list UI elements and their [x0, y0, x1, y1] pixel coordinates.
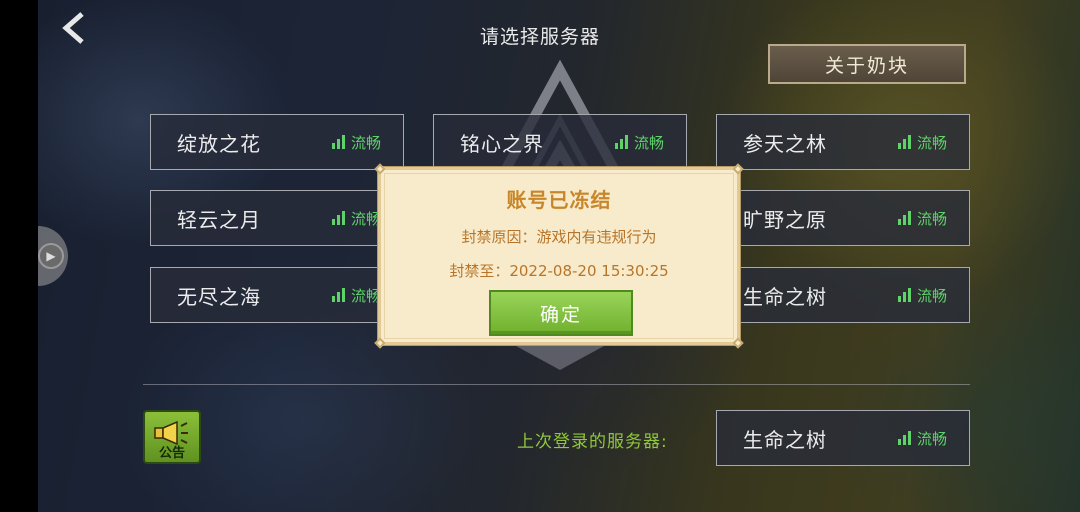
- server-status-label: 流畅: [916, 133, 947, 152]
- server-item[interactable]: 绽放之花 流畅: [150, 114, 404, 170]
- server-name: 参天之林: [743, 131, 827, 156]
- about-button[interactable]: 关于奶块: [768, 44, 966, 84]
- server-name: 铭心之界: [460, 131, 544, 156]
- server-status: 流畅: [897, 208, 947, 229]
- signal-bars-icon: [331, 288, 345, 302]
- server-status: 流畅: [331, 132, 381, 153]
- signal-bars-icon: [331, 135, 345, 149]
- server-status: 流畅: [897, 132, 947, 153]
- server-status-label: 流畅: [916, 286, 947, 305]
- server-status-label: 流畅: [350, 209, 381, 228]
- server-status: 流畅: [331, 208, 381, 229]
- arrow-right-icon: ▶: [38, 243, 64, 269]
- server-item[interactable]: 无尽之海 流畅: [150, 267, 404, 323]
- server-status: 流畅: [331, 285, 381, 306]
- server-name: 生命之树: [743, 284, 827, 309]
- server-item[interactable]: 生命之树 流畅: [716, 267, 970, 323]
- signal-bars-icon: [614, 135, 628, 149]
- last-server-item[interactable]: 生命之树 流畅: [716, 410, 970, 466]
- side-expand-button[interactable]: ▶: [34, 226, 68, 286]
- server-item[interactable]: 旷野之原 流畅: [716, 190, 970, 246]
- server-status: 流畅: [897, 428, 947, 449]
- confirm-button[interactable]: 确定: [489, 290, 633, 336]
- server-name: 生命之树: [743, 427, 827, 452]
- ban-reason: 封禁原因：游戏内有违规行为: [461, 228, 657, 246]
- divider: [143, 384, 970, 385]
- ban-until: 封禁至：2022-08-20 15:30:25: [449, 262, 669, 280]
- server-status: 流畅: [614, 132, 664, 153]
- server-item[interactable]: 参天之林 流畅: [716, 114, 970, 170]
- dialog-title: 账号已冻结: [506, 188, 612, 212]
- server-item[interactable]: 铭心之界 流畅: [433, 114, 687, 170]
- server-status-label: 流畅: [916, 209, 947, 228]
- notice-label: 公告: [158, 446, 185, 461]
- signal-bars-icon: [897, 288, 911, 302]
- signal-bars-icon: [897, 135, 911, 149]
- server-status: 流畅: [897, 285, 947, 306]
- notice-button[interactable]: 公告: [143, 410, 201, 464]
- last-login-label: 上次登录的服务器:: [517, 432, 668, 452]
- account-frozen-dialog: 账号已冻结 封禁原因：游戏内有违规行为 封禁至：2022-08-20 15:30…: [374, 163, 744, 349]
- server-name: 轻云之月: [177, 207, 261, 232]
- server-status-label: 流畅: [633, 133, 664, 152]
- server-name: 绽放之花: [177, 131, 261, 156]
- server-status-label: 流畅: [350, 133, 381, 152]
- signal-bars-icon: [897, 211, 911, 225]
- left-black-bar: [0, 0, 38, 512]
- server-status-label: 流畅: [916, 429, 947, 448]
- server-name: 无尽之海: [177, 284, 261, 309]
- server-item[interactable]: 轻云之月 流畅: [150, 190, 404, 246]
- server-name: 旷野之原: [743, 207, 827, 232]
- signal-bars-icon: [897, 431, 911, 445]
- server-status-label: 流畅: [350, 286, 381, 305]
- signal-bars-icon: [331, 211, 345, 225]
